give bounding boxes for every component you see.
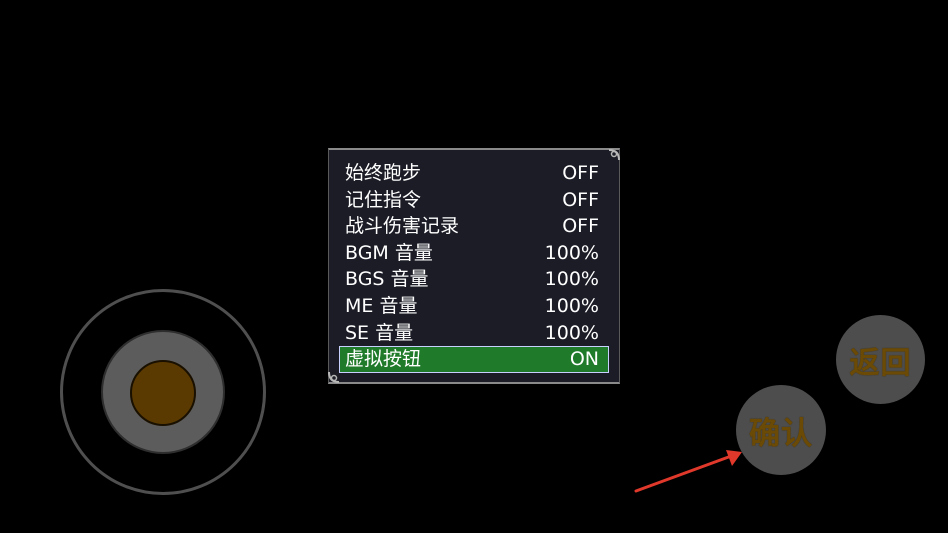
option-label: ME 音量 bbox=[345, 294, 418, 317]
option-virtual-buttons[interactable]: 虚拟按钮 ON bbox=[339, 346, 609, 373]
option-command-remember[interactable]: 记住指令 OFF bbox=[339, 187, 609, 214]
game-screen: 始终跑步 OFF 记住指令 OFF 战斗伤害记录 OFF BGM 音量 100%… bbox=[0, 0, 948, 533]
option-value: OFF bbox=[562, 188, 599, 211]
option-value: ON bbox=[569, 348, 599, 371]
option-value: 100% bbox=[544, 241, 599, 264]
back-button[interactable]: 返回 bbox=[836, 315, 925, 404]
option-label: 始终跑步 bbox=[345, 162, 422, 184]
option-value: 100% bbox=[544, 321, 599, 344]
option-bgm-volume[interactable]: BGM 音量 100% bbox=[339, 240, 609, 267]
option-list: 始终跑步 OFF 记住指令 OFF 战斗伤害记录 OFF BGM 音量 100%… bbox=[339, 160, 609, 373]
option-value: 100% bbox=[544, 294, 599, 317]
options-window: 始终跑步 OFF 记住指令 OFF 战斗伤害记录 OFF BGM 音量 100%… bbox=[328, 148, 620, 384]
corner-ornament-icon bbox=[608, 149, 620, 161]
option-bgs-volume[interactable]: BGS 音量 100% bbox=[339, 266, 609, 293]
option-label: 战斗伤害记录 bbox=[345, 215, 460, 238]
option-me-volume[interactable]: ME 音量 100% bbox=[339, 293, 609, 320]
option-value: OFF bbox=[562, 162, 599, 184]
option-label: SE 音量 bbox=[345, 321, 414, 344]
red-arrow-icon bbox=[634, 450, 742, 493]
option-se-volume[interactable]: SE 音量 100% bbox=[339, 320, 609, 347]
option-value: 100% bbox=[544, 268, 599, 291]
option-battle-damage-log[interactable]: 战斗伤害记录 OFF bbox=[339, 213, 609, 240]
option-value: OFF bbox=[562, 215, 599, 238]
option-always-dash[interactable]: 始终跑步 OFF bbox=[339, 160, 609, 187]
option-label: BGS 音量 bbox=[345, 268, 429, 291]
option-label: BGM 音量 bbox=[345, 241, 433, 264]
option-label: 记住指令 bbox=[345, 188, 422, 211]
joystick-knob[interactable] bbox=[130, 360, 196, 426]
option-label: 虚拟按钮 bbox=[345, 348, 422, 371]
